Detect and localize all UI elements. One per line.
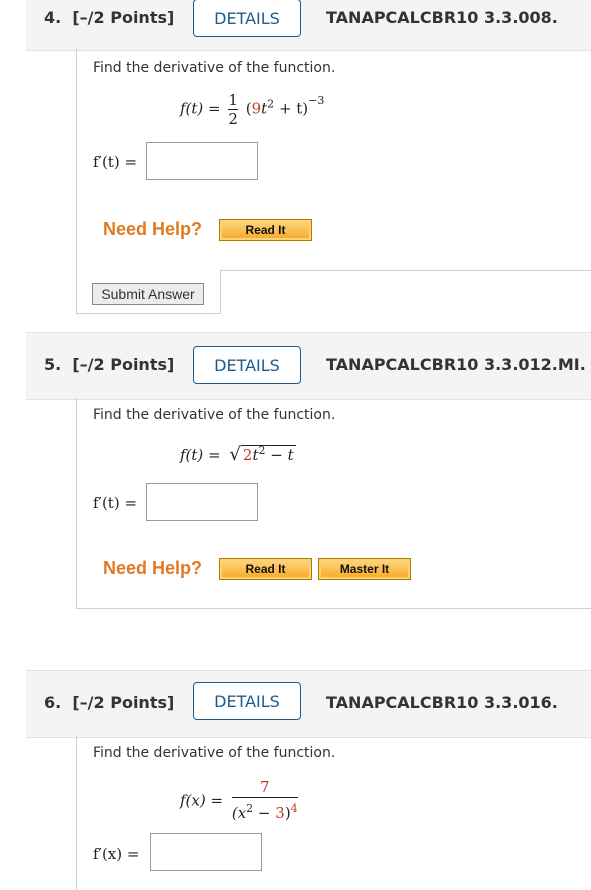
answer-label: f′(x) = [93, 845, 140, 863]
question-number: 6. [44, 693, 62, 712]
fraction: 1 2 [228, 92, 238, 127]
sqrt-symbol: √ [229, 444, 241, 465]
question-5-bottom-border [76, 608, 591, 609]
radicand-rest: − t [265, 446, 294, 464]
question-code: TANAPCALCBR10 3.3.012.MI. [326, 355, 586, 374]
question-points: [–/2 Points] [72, 693, 175, 712]
function-lhs: f(x) = [180, 791, 224, 810]
submit-answer-label: Submit Answer [101, 286, 195, 302]
question-points: [–/2 Points] [72, 8, 175, 27]
question-4-left-border [76, 49, 77, 313]
question-points: [–/2 Points] [72, 355, 175, 374]
fraction-numerator: 7 [259, 778, 270, 796]
details-label: DETAILS [214, 8, 280, 28]
question-4-divider-line [220, 270, 591, 271]
details-button[interactable]: DETAILS [193, 346, 301, 384]
fraction: 7 (x2 − 3)4 [231, 778, 298, 823]
question-4-header: 4. [–/2 Points] DETAILS TANAPCALCBR10 3.… [26, 0, 591, 51]
answer-input[interactable] [146, 483, 258, 521]
coefficient: 9 [251, 99, 262, 118]
denominator-minus: − [253, 804, 276, 822]
question-number: 5. [44, 355, 62, 374]
function-lhs: f(t) = [180, 99, 221, 118]
submit-answer-button[interactable]: Submit Answer [92, 283, 204, 305]
need-help-label: Need Help? [103, 558, 203, 578]
need-help-label: Need Help? [103, 219, 203, 239]
question-5-number: 5. [–/2 Points] [44, 355, 174, 374]
radicand: 2t2 − t [240, 444, 296, 464]
question-4-bottom-border [76, 313, 221, 314]
question-code: TANAPCALCBR10 3.3.016. [326, 693, 558, 712]
function-expression: f(t) = 1 2 (9t2 + t)−3 [180, 92, 324, 127]
question-number: 4. [44, 8, 62, 27]
question-4-number: 4. [–/2 Points] [44, 8, 174, 27]
question-6-number: 6. [–/2 Points] [44, 693, 174, 712]
details-label: DETAILS [214, 355, 280, 375]
answer-label: f′(t) = [93, 153, 138, 171]
radicand-coefficient: 2 [242, 446, 253, 464]
answer-label: f′(t) = [93, 494, 138, 512]
master-it-label: Master It [339, 562, 390, 576]
fraction-denominator: (x2 − 3)4 [232, 799, 298, 823]
question-4-submit-divider [220, 270, 221, 314]
question-5-left-border [76, 398, 77, 608]
fraction-bar [231, 797, 298, 798]
denominator-open: (x [231, 804, 247, 822]
fraction-denominator: 2 [228, 110, 238, 128]
question-prompt: Find the derivative of the function. [93, 407, 336, 423]
question-prompt: Find the derivative of the function. [93, 745, 336, 761]
read-it-label: Read It [245, 562, 286, 576]
outer-exponent: −3 [308, 93, 325, 107]
denominator-outer-exponent: 4 [290, 802, 298, 815]
function-expression: f(x) = 7 (x2 − 3)4 [180, 778, 298, 823]
details-label: DETAILS [214, 691, 280, 711]
question-code: TANAPCALCBR10 3.3.008. [326, 8, 558, 27]
fraction-numerator: 1 [228, 91, 238, 109]
details-button[interactable]: DETAILS [193, 0, 301, 37]
read-it-button[interactable]: Read It [219, 558, 312, 580]
read-it-button[interactable]: Read It [219, 219, 312, 241]
master-it-button[interactable]: Master It [318, 558, 411, 580]
question-6-header: 6. [–/2 Points] DETAILS TANAPCALCBR10 3.… [26, 670, 591, 738]
function-expression: f(t) = √ 2t2 − t [180, 444, 296, 465]
expression-rest: + t) [274, 99, 309, 118]
question-6-left-border [76, 736, 77, 890]
answer-input[interactable] [150, 833, 262, 871]
question-5-header: 5. [–/2 Points] DETAILS TANAPCALCBR10 3.… [26, 332, 591, 400]
denominator-constant: 3 [275, 804, 285, 822]
function-lhs: f(t) = [180, 446, 221, 464]
read-it-label: Read It [245, 223, 286, 237]
answer-input[interactable] [146, 142, 258, 180]
question-prompt: Find the derivative of the function. [93, 60, 336, 76]
details-button[interactable]: DETAILS [193, 682, 301, 720]
